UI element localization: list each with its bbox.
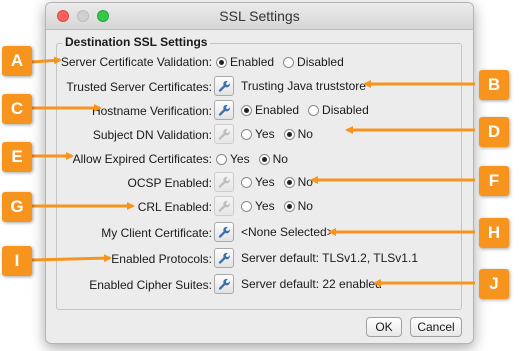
- trusted-server-certs-label: Trusted Server Certificates:: [66, 80, 212, 94]
- wrench-icon: [218, 278, 230, 290]
- client-cert-row: My Client Certificate:: [46, 224, 212, 242]
- crl-enabled-control: Yes No: [214, 196, 319, 216]
- edit-protocols-button[interactable]: [214, 248, 234, 268]
- disabled-option-label[interactable]: Disabled: [297, 53, 344, 71]
- enabled-option-label[interactable]: Enabled: [255, 101, 299, 119]
- ocsp-no-radio[interactable]: [283, 176, 295, 188]
- no-option-label[interactable]: No: [298, 125, 313, 143]
- wrench-icon: [218, 252, 230, 264]
- client-cert-label: My Client Certificate:: [101, 226, 212, 240]
- crl-enabled-row: CRL Enabled:: [46, 198, 212, 216]
- subject-dn-validation-label: Subject DN Validation:: [92, 128, 212, 142]
- wrench-icon: [218, 80, 230, 92]
- crl-no-radio[interactable]: [283, 200, 295, 212]
- callout-j: J: [479, 269, 509, 299]
- server-cert-validation-row: Server Certificate Validation:: [46, 53, 212, 71]
- wrench-icon: [218, 226, 230, 238]
- allow-expired-yes-radio[interactable]: [216, 153, 227, 165]
- ssl-settings-window: SSL Settings Destination SSL Settings Se…: [45, 2, 474, 344]
- window-title: SSL Settings: [219, 8, 300, 24]
- yes-option-label[interactable]: Yes: [230, 150, 250, 168]
- server-cert-validation-options: Enabled Disabled: [216, 53, 350, 71]
- edit-crl-button: [214, 196, 234, 216]
- client-cert-control: <None Selected>: [214, 222, 334, 242]
- crl-yes-radio[interactable]: [241, 200, 252, 212]
- edit-trusted-certs-button[interactable]: [214, 76, 234, 96]
- subject-dn-yes-radio[interactable]: [241, 128, 252, 140]
- ok-button[interactable]: OK: [366, 317, 402, 337]
- enabled-protocols-label: Enabled Protocols:: [111, 252, 212, 266]
- cipher-suites-row: Enabled Cipher Suites:: [46, 276, 212, 294]
- no-option-label[interactable]: No: [298, 197, 313, 215]
- callout-g: G: [2, 192, 32, 222]
- disabled-option-label[interactable]: Disabled: [322, 101, 369, 119]
- trusted-server-certs-row: Trusted Server Certificates:: [46, 78, 212, 96]
- callout-b: B: [479, 70, 509, 100]
- title-bar: SSL Settings: [46, 3, 473, 30]
- cipher-suites-control: Server default: 22 enabled: [214, 274, 382, 294]
- wrench-icon: [218, 176, 230, 188]
- hostname-verification-label: Hostname Verification:: [91, 104, 212, 118]
- client-cert-value: <None Selected>: [241, 225, 334, 239]
- edit-client-cert-button[interactable]: [214, 222, 234, 242]
- enabled-protocols-value: Server default: TLSv1.2, TLSv1.1: [241, 251, 418, 265]
- callout-f: F: [479, 166, 509, 196]
- ocsp-enabled-row: OCSP Enabled:: [46, 174, 213, 192]
- server-cert-validation-disabled-radio[interactable]: [283, 56, 295, 68]
- subject-dn-no-radio[interactable]: [283, 128, 295, 140]
- trusted-server-certs-control: Trusting Java truststore: [214, 76, 366, 96]
- enabled-option-label[interactable]: Enabled: [230, 53, 274, 71]
- callout-c: C: [2, 94, 32, 124]
- yes-option-label[interactable]: Yes: [255, 125, 275, 143]
- hostname-verification-row: Hostname Verification:: [46, 102, 212, 120]
- hostname-verification-disabled-radio[interactable]: [308, 104, 320, 116]
- edit-hostname-verification-button[interactable]: [214, 100, 234, 120]
- edit-cipher-suites-button[interactable]: [214, 274, 234, 294]
- allow-expired-certs-row: Allow Expired Certificates:: [46, 150, 212, 168]
- no-option-label[interactable]: No: [298, 173, 313, 191]
- server-cert-validation-enabled-radio[interactable]: [216, 56, 227, 68]
- allow-expired-no-radio[interactable]: [258, 153, 270, 165]
- callout-a: A: [2, 46, 32, 76]
- ocsp-yes-radio[interactable]: [241, 176, 252, 188]
- enabled-protocols-control: Server default: TLSv1.2, TLSv1.1: [214, 248, 418, 268]
- crl-enabled-label: CRL Enabled:: [137, 200, 212, 214]
- group-title: Destination SSL Settings: [62, 35, 211, 49]
- cipher-suites-value: Server default: 22 enabled: [241, 277, 382, 291]
- edit-subject-dn-button: [214, 124, 234, 144]
- callout-h: H: [479, 218, 509, 248]
- allow-expired-certs-options: Yes No: [216, 150, 294, 168]
- callout-e: E: [2, 142, 32, 172]
- cancel-button[interactable]: Cancel: [410, 317, 462, 337]
- wrench-icon: [218, 128, 230, 140]
- cipher-suites-label: Enabled Cipher Suites:: [89, 278, 212, 292]
- no-option-label[interactable]: No: [273, 150, 288, 168]
- callout-d: D: [479, 117, 509, 147]
- hostname-verification-enabled-radio[interactable]: [241, 104, 252, 116]
- server-cert-validation-label: Server Certificate Validation:: [60, 55, 212, 69]
- subject-dn-validation-row: Subject DN Validation:: [46, 126, 212, 144]
- trusted-server-certs-value: Trusting Java truststore: [241, 79, 366, 93]
- ocsp-enabled-label: OCSP Enabled:: [127, 176, 213, 190]
- enabled-protocols-row: Enabled Protocols:: [46, 250, 212, 268]
- wrench-icon: [218, 200, 230, 212]
- callout-i: I: [2, 246, 32, 276]
- yes-option-label[interactable]: Yes: [255, 197, 275, 215]
- allow-expired-certs-label: Allow Expired Certificates:: [72, 152, 212, 166]
- ocsp-enabled-control: Yes No: [214, 172, 319, 192]
- hostname-verification-control: Enabled Disabled: [214, 100, 375, 120]
- wrench-icon: [218, 104, 230, 116]
- edit-ocsp-button: [214, 172, 234, 192]
- subject-dn-validation-control: Yes No: [214, 124, 319, 144]
- yes-option-label[interactable]: Yes: [255, 173, 275, 191]
